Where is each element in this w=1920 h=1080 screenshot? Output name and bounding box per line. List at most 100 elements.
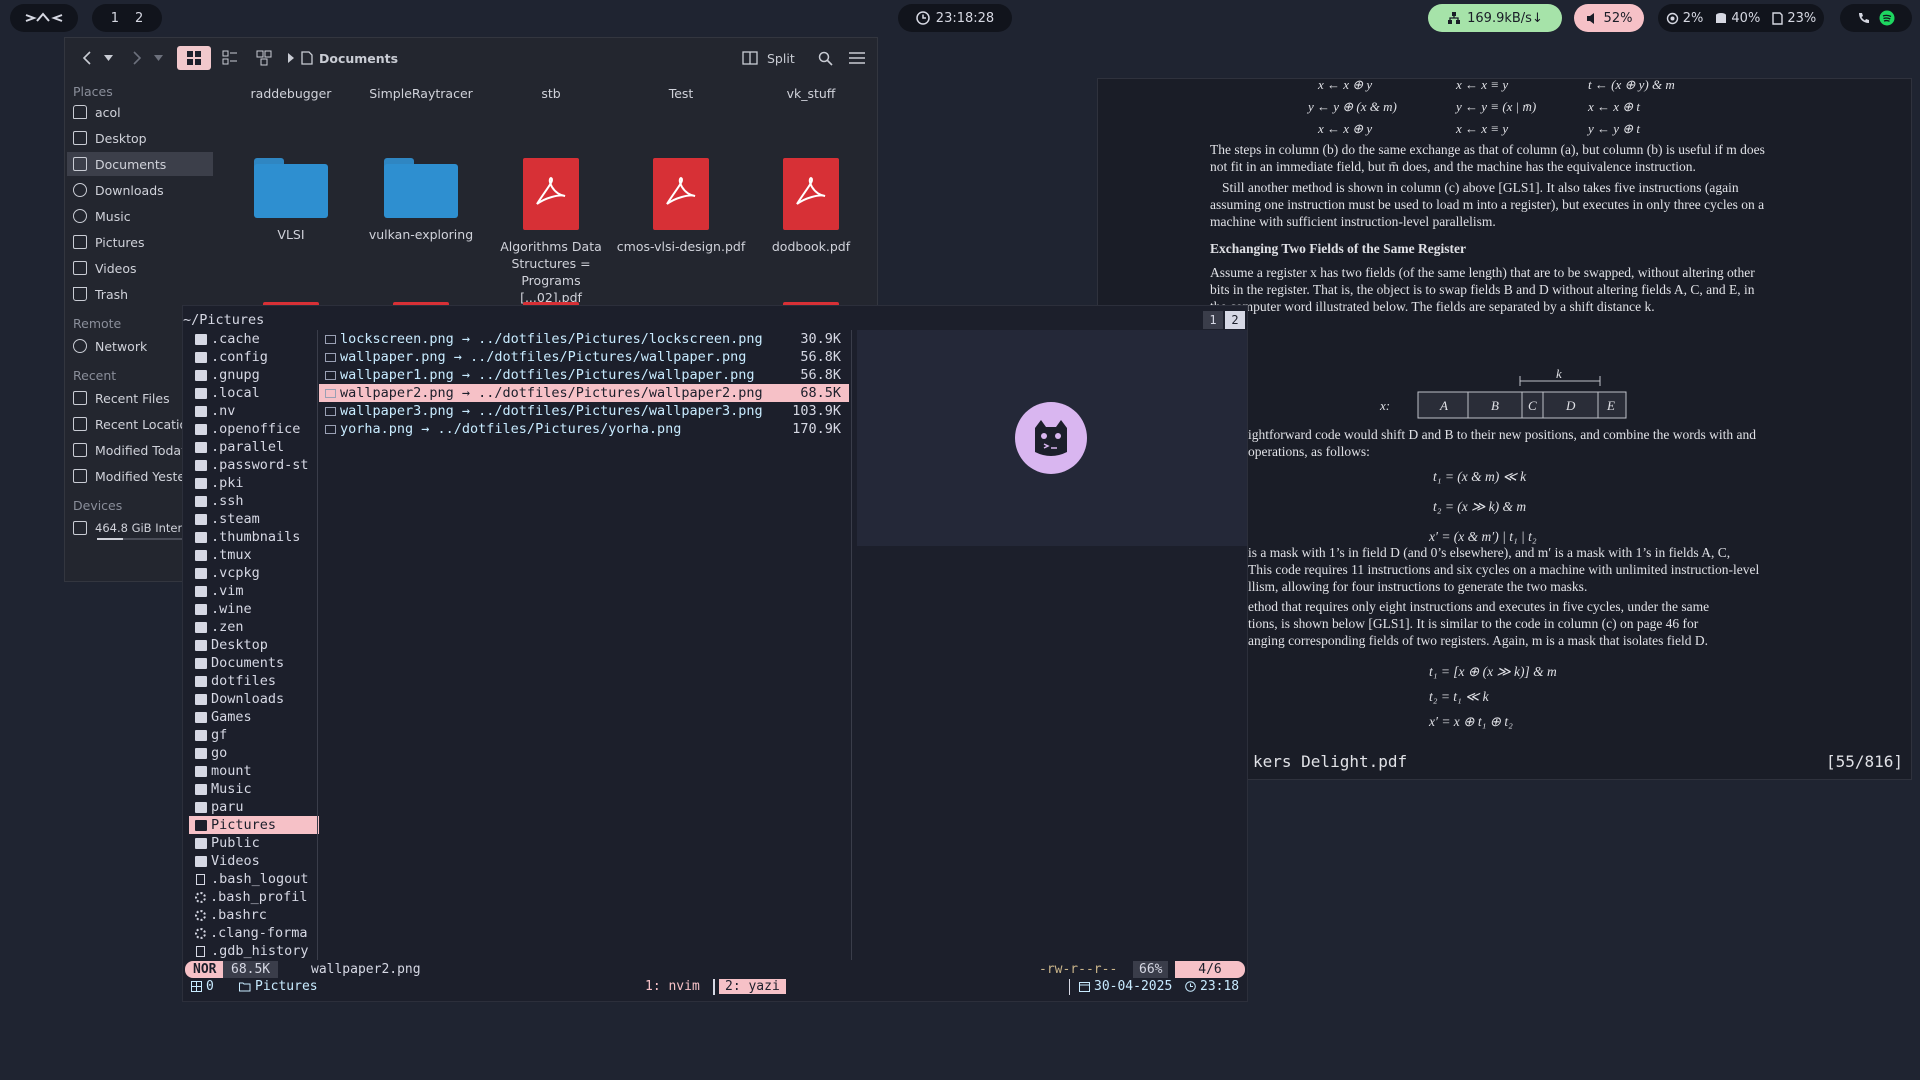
workspace-2[interactable]: 2: [135, 11, 143, 26]
parent-entry[interactable]: Pictures: [189, 816, 319, 834]
file-item-vlsi[interactable]: VLSI: [226, 158, 356, 243]
folder-icon: [195, 657, 207, 669]
file-name-vk-stuff[interactable]: vk_stuff: [746, 86, 876, 101]
back-history-button[interactable]: [101, 46, 115, 70]
entry-name: .vcpkg: [211, 565, 260, 581]
details-view-button[interactable]: [215, 46, 245, 70]
file-entry[interactable]: yorha.png → ../dotfiles/Pictures/yorha.p…: [319, 420, 849, 438]
parent-entry[interactable]: paru: [189, 798, 319, 816]
file-item-dodbook-pdf[interactable]: dodbook.pdf: [746, 158, 876, 255]
file-entry[interactable]: wallpaper.png → ../dotfiles/Pictures/wal…: [319, 348, 849, 366]
sidebar-item-downloads[interactable]: Downloads: [67, 178, 213, 202]
parent-entry[interactable]: .vim: [189, 582, 319, 600]
file-entry[interactable]: wallpaper1.png → ../dotfiles/Pictures/wa…: [319, 366, 849, 384]
parent-entry[interactable]: .bash_logout: [189, 870, 319, 888]
tmux-window-nvim[interactable]: 1: nvim: [645, 979, 700, 994]
parent-entry[interactable]: go: [189, 744, 319, 762]
file-entry[interactable]: wallpaper2.png → ../dotfiles/Pictures/wa…: [319, 384, 849, 402]
breadcrumb-current: Documents: [319, 50, 399, 66]
file-label: VLSI: [277, 227, 305, 242]
parent-entry[interactable]: .parallel: [189, 438, 319, 456]
parent-entry[interactable]: .password-st: [189, 456, 319, 474]
svg-text:not fit in an immediate field,: not fit in an immediate field, but m̄ do…: [1210, 159, 1696, 174]
pdf-file-icon: [783, 158, 839, 230]
entry-name: Games: [211, 709, 252, 725]
parent-entry[interactable]: .thumbnails: [189, 528, 319, 546]
parent-entry[interactable]: .tmux: [189, 546, 319, 564]
back-button[interactable]: [77, 46, 97, 70]
file-item-vulkan-exploring[interactable]: vulkan-exploring: [356, 158, 486, 243]
parent-entry[interactable]: .bashrc: [189, 906, 319, 924]
phone-link-icon[interactable]: [1857, 11, 1871, 25]
parent-entry[interactable]: Music: [189, 780, 319, 798]
entry-name: .thumbnails: [211, 529, 301, 545]
file-label: dodbook.pdf: [771, 239, 851, 254]
parent-entry[interactable]: Games: [189, 708, 319, 726]
parent-entry[interactable]: mount: [189, 762, 319, 780]
parent-entry[interactable]: Public: [189, 834, 319, 852]
file-name-raddebugger[interactable]: raddebugger: [226, 86, 356, 101]
parent-entry[interactable]: .gnupg: [189, 366, 319, 384]
split-icon-button[interactable]: [741, 46, 759, 70]
parent-entry[interactable]: dotfiles: [189, 672, 319, 690]
entry-name: Desktop: [211, 637, 268, 653]
parent-entry[interactable]: .zen: [189, 618, 319, 636]
parent-entry[interactable]: .config: [189, 348, 319, 366]
breadcrumb-root-arrow[interactable]: [285, 46, 297, 70]
parent-entry[interactable]: .local: [189, 384, 319, 402]
sidebar-item-documents[interactable]: Documents: [67, 152, 213, 176]
menu-button[interactable]: [847, 46, 867, 70]
sidebar-item-desktop[interactable]: Desktop: [67, 126, 213, 150]
launcher-pill[interactable]: [10, 4, 78, 32]
sidebar-item-pictures[interactable]: Pictures: [67, 230, 213, 254]
parent-entry[interactable]: gf: [189, 726, 319, 744]
forward-button[interactable]: [127, 46, 147, 70]
clock-icon: [916, 11, 930, 25]
entry-name: .tmux: [211, 547, 252, 563]
folder-icon: [195, 333, 207, 345]
file-item-cmos-vlsi-pdf[interactable]: cmos-vlsi-design.pdf: [616, 158, 746, 255]
file-name-test[interactable]: Test: [616, 86, 746, 101]
tab-1[interactable]: 1: [1203, 311, 1223, 329]
forward-history-button[interactable]: [151, 46, 165, 70]
icons-view-button[interactable]: [177, 46, 211, 70]
sidebar-item-videos[interactable]: Videos: [67, 256, 213, 280]
parent-entry[interactable]: Videos: [189, 852, 319, 870]
sidebar-item-trash[interactable]: Trash: [67, 282, 213, 306]
entry-size: 56.8K: [800, 367, 841, 383]
file-entry[interactable]: lockscreen.png → ../dotfiles/Pictures/lo…: [319, 330, 849, 348]
parent-entry[interactable]: .clang-forma: [189, 924, 319, 942]
file-entry[interactable]: wallpaper3.png → ../dotfiles/Pictures/wa…: [319, 402, 849, 420]
parent-entry[interactable]: .wine: [189, 600, 319, 618]
folder-icon: [195, 477, 207, 489]
file-item-algorithms-pdf[interactable]: Algorithms Data Structures = Programs [.…: [486, 158, 616, 306]
spotify-icon[interactable]: [1879, 10, 1895, 26]
parent-entry[interactable]: .cache: [189, 330, 319, 348]
parent-entry[interactable]: .nv: [189, 402, 319, 420]
file-name-stb[interactable]: stb: [486, 86, 616, 101]
parent-entry[interactable]: .vcpkg: [189, 564, 319, 582]
split-button[interactable]: Split: [767, 46, 795, 70]
search-button[interactable]: [815, 46, 835, 70]
svg-text:C: C: [1528, 398, 1537, 413]
workspace-1[interactable]: 1: [111, 11, 119, 26]
sidebar-item-acol[interactable]: acol: [67, 100, 213, 124]
network-pill[interactable]: 169.9kB/s↓: [1428, 4, 1562, 32]
tmux-window-yazi[interactable]: 2: yazi: [719, 979, 786, 994]
parent-entry[interactable]: Documents: [189, 654, 319, 672]
parent-entry[interactable]: .openoffice: [189, 420, 319, 438]
tab-2[interactable]: 2: [1225, 311, 1245, 329]
parent-entry[interactable]: .gdb_history: [189, 942, 319, 960]
parent-entry[interactable]: .steam: [189, 510, 319, 528]
parent-entry[interactable]: Desktop: [189, 636, 319, 654]
file-name-simpleraytracer[interactable]: SimpleRaytracer: [356, 86, 486, 101]
volume-pill[interactable]: 52%: [1574, 4, 1644, 32]
compact-view-button[interactable]: [249, 46, 279, 70]
parent-entry[interactable]: .pki: [189, 474, 319, 492]
chevron-right-icon: [133, 51, 142, 65]
sidebar-item-music[interactable]: Music: [67, 204, 213, 228]
parent-entry[interactable]: Downloads: [189, 690, 319, 708]
parent-entry[interactable]: .ssh: [189, 492, 319, 510]
breadcrumb[interactable]: Documents: [301, 46, 398, 70]
parent-entry[interactable]: .bash_profil: [189, 888, 319, 906]
